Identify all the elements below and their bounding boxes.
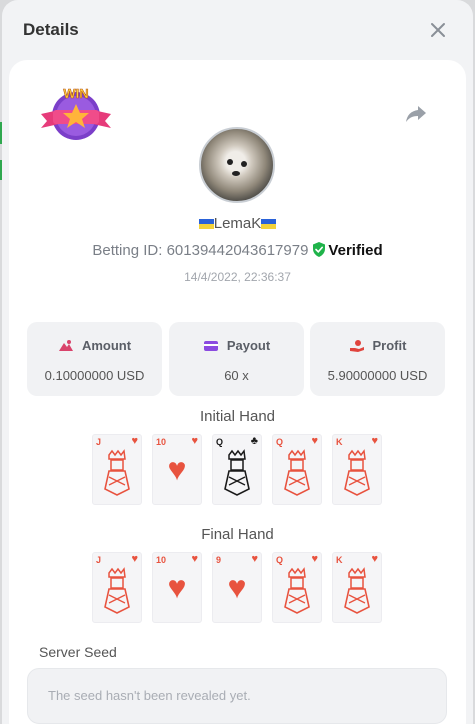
final-hand-card: J ♥ bbox=[92, 552, 142, 623]
card-suit-icon: ♣ bbox=[250, 435, 258, 447]
payout-card-icon bbox=[203, 341, 218, 351]
card-suit-icon: ♥ bbox=[191, 553, 198, 565]
final-hand-card: 9 ♥ ♥ bbox=[212, 552, 262, 623]
payout-value: 60 x bbox=[224, 368, 249, 383]
initial-hand-card: K ♥ bbox=[332, 434, 382, 505]
amount-icon bbox=[58, 340, 73, 351]
win-badge-icon: WIN bbox=[41, 86, 111, 140]
amount-card: Amount 0.10000000 USD bbox=[27, 322, 162, 396]
win-badge-text: WIN bbox=[63, 86, 88, 101]
payout-label: Payout bbox=[226, 338, 271, 353]
card-suit-icon: ♥ bbox=[311, 435, 318, 447]
card-suit-icon: ♥ bbox=[131, 553, 138, 565]
ukraine-flag-icon bbox=[261, 219, 277, 229]
card-rank: K bbox=[336, 555, 343, 565]
payout-card: Payout 60 x bbox=[169, 322, 304, 396]
avatar bbox=[199, 127, 275, 203]
share-icon bbox=[406, 106, 426, 122]
final-hand-card: 10 ♥ ♥ bbox=[152, 552, 202, 623]
card-pip-icon: ♥ bbox=[227, 569, 247, 605]
final-hand-card: K ♥ bbox=[332, 552, 382, 623]
final-hand-title: Final Hand bbox=[201, 526, 274, 543]
initial-hand-card: Q ♣ bbox=[212, 434, 262, 505]
initial-hand-card: Q ♥ bbox=[272, 434, 322, 505]
card-rank: 9 bbox=[216, 555, 222, 565]
avatar-detail bbox=[241, 161, 247, 167]
card-pip-icon: ♥ bbox=[167, 451, 187, 487]
initial-hand-card: J ♥ bbox=[92, 434, 142, 505]
close-icon bbox=[431, 23, 445, 37]
card-rank: Q bbox=[276, 437, 284, 447]
modal-header: Details bbox=[2, 0, 473, 60]
modal-body: WIN LemaK Betting ID: 60139442043617979 … bbox=[9, 60, 466, 724]
close-button[interactable] bbox=[427, 19, 449, 41]
final-hand-card: Q ♥ bbox=[272, 552, 322, 623]
card-rank: 10 bbox=[156, 437, 167, 447]
modal-title: Details bbox=[23, 20, 79, 39]
card-suit-icon: ♥ bbox=[191, 435, 198, 447]
details-modal: Details WIN LemaK Betting ID: 6013944204… bbox=[2, 0, 473, 724]
card-rank: K bbox=[336, 437, 343, 447]
card-rank: Q bbox=[216, 437, 224, 447]
betting-id-label: Betting ID: bbox=[92, 242, 163, 259]
share-button[interactable] bbox=[404, 102, 428, 126]
card-suit-icon: ♥ bbox=[311, 553, 318, 565]
ukraine-flag-icon bbox=[198, 219, 214, 229]
card-rank: Q bbox=[276, 555, 284, 565]
username-row: LemaK bbox=[9, 215, 466, 232]
initial-hand-card: 10 ♥ ♥ bbox=[152, 434, 202, 505]
card-rank: J bbox=[96, 437, 102, 447]
amount-label: Amount bbox=[81, 338, 132, 353]
card-pip-icon: ♥ bbox=[167, 569, 187, 605]
verified-label: Verified bbox=[328, 242, 383, 259]
server-seed-placeholder: The seed hasn't been revealed yet. bbox=[48, 688, 251, 703]
amount-value: 0.10000000 USD bbox=[44, 368, 145, 383]
bet-datetime: 14/4/2022, 22:36:37 bbox=[184, 270, 291, 284]
card-suit-icon: ♥ bbox=[251, 553, 258, 565]
profit-label-row: Profit bbox=[310, 338, 445, 353]
initial-hand-title: Initial Hand bbox=[199, 408, 276, 425]
server-seed-field[interactable]: The seed hasn't been revealed yet. bbox=[27, 668, 447, 724]
server-seed-label: Server Seed bbox=[39, 644, 117, 660]
card-rank: 10 bbox=[156, 555, 167, 565]
betting-id-row: Betting ID: 60139442043617979 Verified bbox=[9, 242, 466, 259]
card-suit-icon: ♥ bbox=[371, 553, 378, 565]
username: LemaK bbox=[213, 215, 262, 232]
card-rank: J bbox=[96, 555, 102, 565]
avatar-detail bbox=[227, 159, 233, 165]
verified-shield-icon bbox=[313, 242, 326, 257]
profit-hand-icon bbox=[349, 340, 364, 352]
avatar-detail bbox=[232, 171, 240, 176]
card-suit-icon: ♥ bbox=[371, 435, 378, 447]
card-suit-icon: ♥ bbox=[131, 435, 138, 447]
profit-label: Profit bbox=[372, 338, 407, 353]
betting-id-value: 60139442043617979 bbox=[166, 242, 309, 259]
payout-label-row: Payout bbox=[169, 338, 304, 353]
profit-card: Profit 5.90000000 USD bbox=[310, 322, 445, 396]
amount-label-row: Amount bbox=[27, 338, 162, 353]
profit-value: 5.90000000 USD bbox=[327, 368, 428, 383]
